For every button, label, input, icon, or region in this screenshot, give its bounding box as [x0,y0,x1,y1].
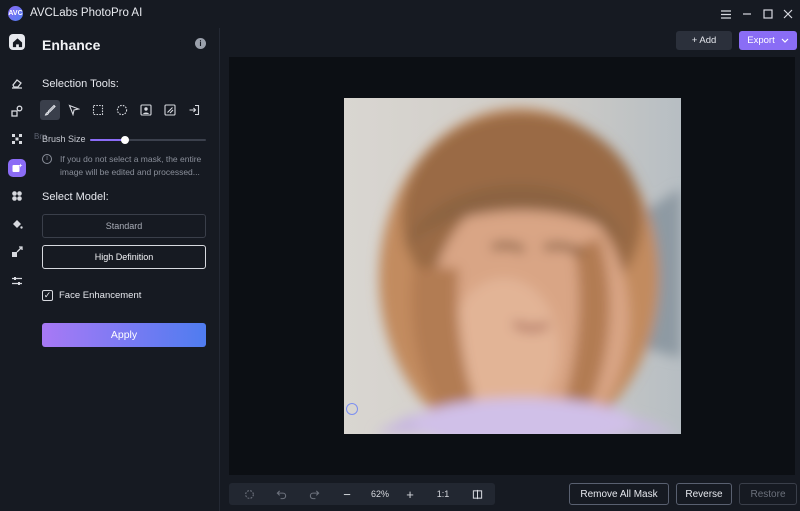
export-label: Export [747,35,775,46]
mask-hint: i If you do not select a mask, the entir… [42,153,210,179]
brush-size-fill [90,139,125,141]
maximize-icon[interactable] [759,5,777,23]
view-controls: − 62% + 1:1 [229,483,495,505]
panel-title: Enhance [42,37,101,53]
select-model-label: Select Model: [42,191,109,203]
pointer-icon[interactable] [64,100,84,120]
app-title: AVCLabs PhotoPro AI [30,7,143,19]
apply-button[interactable]: Apply [42,323,206,347]
add-button[interactable]: + Add [676,31,732,50]
actual-size-button[interactable]: 1:1 [433,486,453,502]
resize-icon[interactable] [8,243,26,261]
sliders-icon[interactable] [8,272,26,290]
selection-tools-label: Selection Tools: [42,78,119,90]
remove-all-mask-button[interactable]: Remove All Mask [569,483,669,505]
enhance-panel: Enhance i Selection Tools: Bru Brush Siz… [34,28,220,511]
auto-select-icon[interactable] [160,100,180,120]
brush-icon[interactable] [40,100,60,120]
main-area: + Add Export − 62% + 1:1 Remove All Mask… [221,28,800,511]
export-button[interactable]: Export [739,31,797,50]
tool-rail [0,28,34,511]
checkbox-checked-icon[interactable]: ✓ [42,290,53,301]
model-high-definition-button[interactable]: High Definition [42,245,206,269]
enhance-icon[interactable] [8,159,26,177]
close-icon[interactable] [779,5,797,23]
zoom-in-button[interactable]: + [402,486,418,502]
face-enhancement-toggle[interactable]: ✓ Face Enhancement [42,290,141,301]
import-icon[interactable] [184,100,204,120]
mask-hint-text: If you do not select a mask, the entire … [60,154,202,177]
info-circle-icon: i [42,154,52,164]
reset-icon[interactable] [241,486,257,502]
chevron-down-icon [781,38,789,43]
minimize-icon[interactable] [738,5,756,23]
replace-icon[interactable] [8,102,26,120]
brush-size-slider[interactable] [90,136,206,144]
title-bar: AVC AVCLabs PhotoPro AI [0,0,800,28]
face-enhancement-label: Face Enhancement [59,290,142,301]
undo-icon[interactable] [273,486,289,502]
zoom-level: 62% [370,489,389,499]
brush-size-handle[interactable] [120,136,129,144]
redo-icon[interactable] [306,486,322,502]
portrait-photo [344,98,681,434]
zoom-out-button[interactable]: − [339,486,355,502]
home-icon[interactable] [9,34,25,50]
selection-tools [40,100,204,120]
brush-size-label: Brush Size [42,134,86,144]
fan-icon[interactable] [8,187,26,205]
rectangle-icon[interactable] [88,100,108,120]
image-canvas[interactable] [229,57,795,475]
reverse-button[interactable]: Reverse [676,483,732,505]
app-logo: AVC [8,6,23,21]
mosaic-icon[interactable] [8,130,26,148]
ellipse-icon[interactable] [112,100,132,120]
brush-cursor [346,403,358,415]
menu-icon[interactable] [717,5,735,23]
eraser-icon[interactable] [8,74,26,92]
fill-icon[interactable] [8,215,26,233]
compare-icon[interactable] [469,486,485,502]
portrait-icon[interactable] [136,100,156,120]
restore-button[interactable]: Restore [739,483,797,505]
model-standard-button[interactable]: Standard [42,214,206,238]
info-icon[interactable]: i [195,38,206,49]
